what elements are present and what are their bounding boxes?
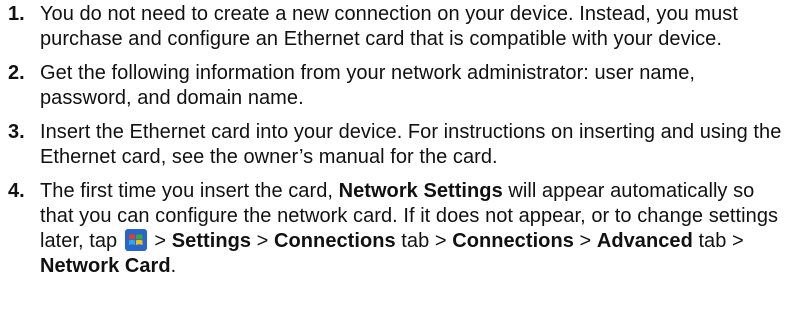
ui-term-settings: Settings [171, 230, 252, 252]
text-run: . [170, 255, 177, 277]
step-3: 3. Insert the Ethernet card into your de… [0, 120, 794, 170]
step-text: Insert the Ethernet card into your devic… [40, 121, 782, 168]
text-run: > [251, 230, 275, 252]
step-number: 4. [8, 180, 25, 202]
step-text: Get the following information from your … [40, 62, 696, 109]
instruction-steps: 1. You do not need to create a new conne… [0, 0, 794, 319]
ui-term-network-settings: Network Settings [338, 180, 503, 202]
step-number: 1. [8, 3, 25, 25]
ui-term-advanced: Advanced [596, 230, 693, 252]
step-4: 4. The first time you insert the card, N… [0, 179, 794, 279]
step-1: 1. You do not need to create a new conne… [0, 2, 794, 52]
text-run: > [573, 230, 597, 252]
text-run: > [148, 230, 172, 252]
step-2: 2. Get the following information from yo… [0, 61, 794, 111]
ui-term-network-card: Network Card [40, 255, 171, 277]
step-text: You do not need to create a new connecti… [40, 3, 738, 50]
text-run: tab > [395, 230, 453, 252]
step-number: 2. [8, 62, 25, 84]
ui-term-connections: Connections [452, 230, 574, 252]
text-run: The first time you insert the card, [40, 180, 339, 202]
step-text: The first time you insert the card, Netw… [40, 179, 794, 279]
windows-start-icon [124, 229, 147, 251]
ui-term-connections-tab: Connections [274, 230, 396, 252]
text-run: tab > [692, 230, 744, 252]
step-number: 3. [8, 121, 25, 143]
